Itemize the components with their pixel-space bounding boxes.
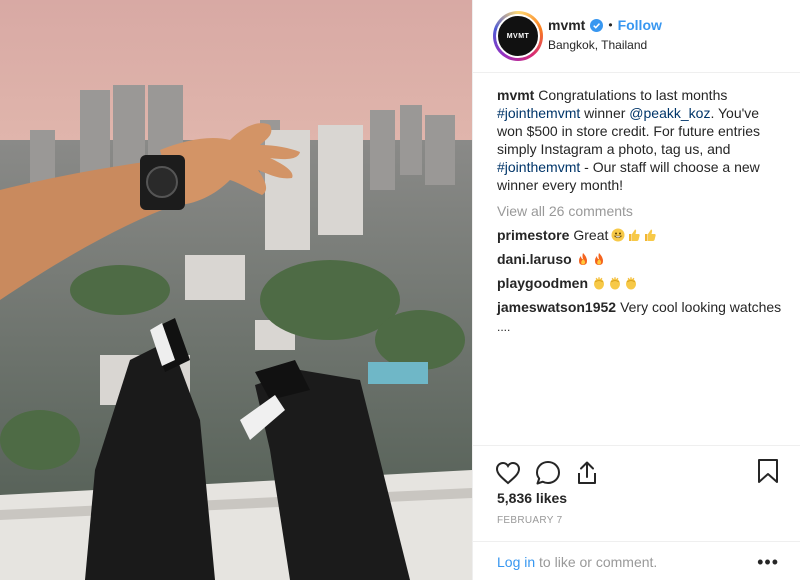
fire-icon bbox=[578, 253, 587, 265]
like-button[interactable] bbox=[495, 458, 535, 488]
comment-username[interactable]: playgoodmen bbox=[497, 274, 588, 292]
caption-text: Congratulations to last months bbox=[534, 87, 728, 103]
thumbs-up-icon bbox=[645, 229, 657, 241]
likes-count[interactable]: 5,836 likes bbox=[497, 490, 567, 506]
comment-continuation: .... bbox=[497, 320, 511, 334]
avatar-image: MVMT bbox=[496, 14, 540, 58]
hashtag-link[interactable]: #jointhemvmt bbox=[497, 105, 580, 121]
save-button[interactable] bbox=[757, 458, 781, 488]
post-location[interactable]: Bangkok, Thailand bbox=[548, 38, 647, 52]
follow-button[interactable]: Follow bbox=[618, 17, 662, 33]
post-photo[interactable] bbox=[0, 0, 472, 580]
post-caption: mvmt Congratulations to last months #joi… bbox=[497, 86, 787, 194]
avatar[interactable]: MVMT bbox=[493, 11, 543, 61]
share-icon bbox=[578, 461, 596, 484]
caption-text: winner bbox=[580, 105, 630, 121]
login-prompt-text: to like or comment. bbox=[535, 554, 658, 570]
clap-icon bbox=[610, 277, 621, 290]
post-date[interactable]: FEBRUARY 7 bbox=[497, 515, 562, 526]
mention-link[interactable]: @peakk_koz bbox=[629, 105, 710, 121]
post-username[interactable]: mvmt bbox=[548, 17, 585, 33]
comment-username[interactable]: primestore bbox=[497, 226, 569, 244]
login-link[interactable]: Log in bbox=[497, 554, 535, 570]
heart-icon bbox=[495, 461, 521, 485]
share-button[interactable] bbox=[575, 458, 615, 488]
verified-badge-icon bbox=[590, 18, 604, 32]
comment-item: dani.laruso bbox=[497, 250, 787, 268]
avatar-logo-text: MVMT bbox=[506, 32, 530, 40]
comment-button[interactable] bbox=[535, 458, 575, 488]
login-prompt: Log in to like or comment. bbox=[497, 554, 657, 570]
speech-bubble-icon bbox=[536, 461, 560, 485]
thumbs-up-icon bbox=[629, 229, 641, 241]
comment-username[interactable]: jameswatson1952 bbox=[497, 298, 616, 316]
clap-icon bbox=[626, 277, 637, 290]
comment-username[interactable]: dani.laruso bbox=[497, 250, 572, 268]
user-line: mvmt • Follow bbox=[548, 17, 662, 33]
login-footer: Log in to like or comment. ••• bbox=[473, 541, 800, 580]
comment-text: Great bbox=[573, 227, 609, 243]
grin-icon bbox=[611, 228, 625, 242]
hashtag-link[interactable]: #jointhemvmt bbox=[497, 159, 580, 175]
comment-item: primestore Great bbox=[497, 226, 787, 244]
clap-icon bbox=[594, 277, 605, 290]
fire-icon bbox=[594, 253, 603, 265]
caption-author[interactable]: mvmt bbox=[497, 87, 534, 103]
post-details-panel: MVMT mvmt • Follow Bangkok, Thailand mvm… bbox=[472, 0, 800, 580]
post-header: MVMT mvmt • Follow Bangkok, Thailand bbox=[473, 0, 800, 73]
more-options-button[interactable]: ••• bbox=[757, 552, 779, 573]
comment-item: jameswatson1952 Very cool looking watche… bbox=[497, 298, 787, 316]
action-icon-row bbox=[495, 458, 615, 488]
view-all-comments-link[interactable]: View all 26 comments bbox=[497, 202, 787, 220]
comment-item: playgoodmen bbox=[497, 274, 787, 292]
bookmark-icon bbox=[758, 459, 778, 483]
comment-text: Very cool looking watches bbox=[620, 299, 782, 315]
comments-section: mvmt Congratulations to last months #joi… bbox=[497, 86, 787, 336]
city-rooftop-photo bbox=[0, 0, 472, 580]
post-actions: 5,836 likes FEBRUARY 7 Log in to like or… bbox=[473, 445, 800, 580]
separator-dot: • bbox=[608, 18, 613, 32]
